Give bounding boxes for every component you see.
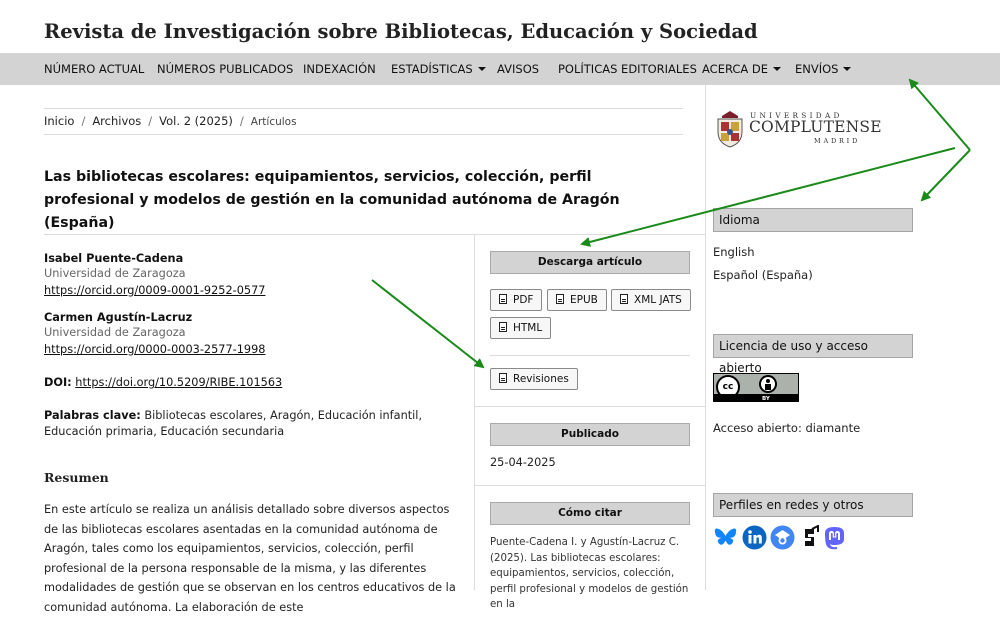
breadcrumb-current: Artículos (250, 116, 297, 128)
nav-editorial-policies[interactable]: POLÍTICAS EDITORIALES (558, 53, 697, 85)
nav-about-label: ACERCA DE (702, 62, 769, 76)
logo-text-complutense: COMPLUTENSE (749, 118, 882, 136)
arrow-to-language-block (920, 149, 971, 202)
galley-xml-jats-button[interactable]: XML JATS (611, 289, 691, 311)
published-date: 25-04-2025 (490, 456, 556, 469)
nav-statistics-label: ESTADÍSTICAS (391, 62, 473, 76)
author-affiliation: Universidad de Zaragoza (44, 326, 186, 339)
nav-statistics[interactable]: ESTADÍSTICAS (391, 53, 486, 85)
abstract-heading: Resumen (44, 470, 109, 485)
author-orcid-link[interactable]: https://orcid.org/0009-0001-9252-0577 (44, 282, 464, 300)
chevron-down-icon (773, 67, 782, 71)
license-block-title: Licencia de uso y acceso abierto (713, 334, 913, 375)
file-icon (499, 373, 507, 383)
galley-label: XML JATS (634, 294, 682, 306)
keywords-label: Palabras clave: (44, 409, 141, 422)
breadcrumb-separator: / (148, 114, 153, 128)
author-list: Isabel Puente-Cadena Universidad de Zara… (44, 251, 464, 369)
nav-about[interactable]: ACERCA DE (702, 53, 782, 85)
published-header: Publicado (490, 423, 690, 446)
crest-icon (717, 111, 743, 148)
breadcrumb-separator: / (81, 114, 86, 128)
article-title: Las bibliotecas escolares: equipamientos… (44, 169, 620, 231)
download-header: Descarga artículo (490, 251, 690, 274)
nav-submissions-label: ENVÍOS (795, 62, 839, 76)
galley-label: PDF (513, 294, 534, 306)
keywords-section: Palabras clave: Bibliotecas escolares, A… (44, 408, 464, 440)
author-orcid-link[interactable]: https://orcid.org/0000-0003-2577-1998 (44, 341, 464, 359)
bluesky-icon[interactable] (713, 525, 738, 550)
attribution-icon (759, 375, 777, 393)
breadcrumb-bottom-divider (44, 134, 683, 135)
galley-pdf-button[interactable]: PDF (490, 289, 543, 311)
nav-archives[interactable]: NÚMEROS PUBLICADOS (157, 53, 293, 85)
chevron-down-icon (843, 67, 852, 71)
breadcrumb-separator: / (239, 114, 244, 128)
researchgate-icon[interactable] (797, 525, 822, 550)
file-icon (499, 322, 507, 332)
linkedin-icon[interactable] (742, 525, 767, 550)
logo-text-madrid: MADRID (814, 137, 861, 145)
arrow-to-submissions-menu (908, 78, 971, 151)
author-name: Isabel Puente-Cadena (44, 252, 184, 265)
breadcrumb-archives[interactable]: Archivos (92, 114, 141, 128)
cite-header: Cómo citar (490, 502, 690, 525)
revisions-label: Revisiones (513, 373, 569, 385)
breadcrumb-top-divider (44, 108, 683, 109)
chevron-down-icon (477, 67, 486, 71)
author-entry: Isabel Puente-Cadena Universidad de Zara… (44, 251, 464, 300)
author-affiliation: Universidad de Zaragoza (44, 267, 186, 280)
site-title[interactable]: Revista de Investigación sobre Bibliotec… (44, 20, 758, 43)
galley-label: EPUB (570, 294, 598, 306)
language-spanish-link[interactable]: Español (España) (713, 268, 813, 282)
file-icon (499, 294, 507, 304)
nav-submissions[interactable]: ENVÍOS (795, 53, 852, 85)
galley-divider (490, 355, 690, 356)
galley-label: HTML (513, 322, 543, 334)
university-logo[interactable]: UNIVERSIDAD COMPLUTENSE MADRID (713, 108, 882, 148)
galley-epub-button[interactable]: EPUB (547, 289, 607, 311)
main-navbar: NÚMERO ACTUAL NÚMEROS PUBLICADOS INDEXAC… (0, 53, 1000, 85)
nav-announcements[interactable]: AVISOS (497, 53, 539, 85)
nav-indexing[interactable]: INDEXACIÓN (303, 53, 376, 85)
open-access-text: Acceso abierto: diamante (713, 421, 861, 435)
doi-link[interactable]: https://doi.org/10.5209/RIBE.101563 (75, 376, 282, 389)
breadcrumb-home[interactable]: Inicio (44, 114, 74, 128)
revisions-divider (474, 406, 705, 407)
author-name: Carmen Agustín-Lacruz (44, 311, 193, 324)
details-divider (474, 234, 475, 590)
mastodon-icon[interactable] (822, 525, 847, 550)
social-block-title: Perfiles en redes y otros (713, 493, 913, 517)
breadcrumb: Inicio / Archivos / Vol. 2 (2025) / Artículos (44, 114, 297, 128)
author-entry: Carmen Agustín-Lacruz Universidad de Zar… (44, 310, 464, 359)
file-icon (556, 294, 564, 304)
sidebar-divider (705, 85, 706, 590)
cc-by-label: BY (762, 396, 770, 402)
cc-by-license-badge[interactable]: cc BY (713, 373, 799, 402)
doi-section: DOI: https://doi.org/10.5209/RIBE.101563 (44, 376, 282, 389)
google-scholar-icon[interactable] (770, 525, 795, 550)
language-block-title: Idioma (713, 208, 913, 232)
galley-html-button[interactable]: HTML (490, 317, 552, 339)
nav-current-issue[interactable]: NÚMERO ACTUAL (44, 53, 144, 85)
file-icon (620, 294, 628, 304)
doi-label: DOI: (44, 376, 72, 389)
language-english-link[interactable]: English (713, 245, 755, 259)
revisions-button[interactable]: Revisiones (490, 368, 578, 390)
published-divider (474, 485, 705, 486)
breadcrumb-issue[interactable]: Vol. 2 (2025) (159, 114, 233, 128)
citation-text: Puente-Cadena I. y Agustín-Lacruz C. (20… (490, 537, 689, 610)
abstract-text: En este artículo se realiza un análisis … (44, 503, 456, 614)
